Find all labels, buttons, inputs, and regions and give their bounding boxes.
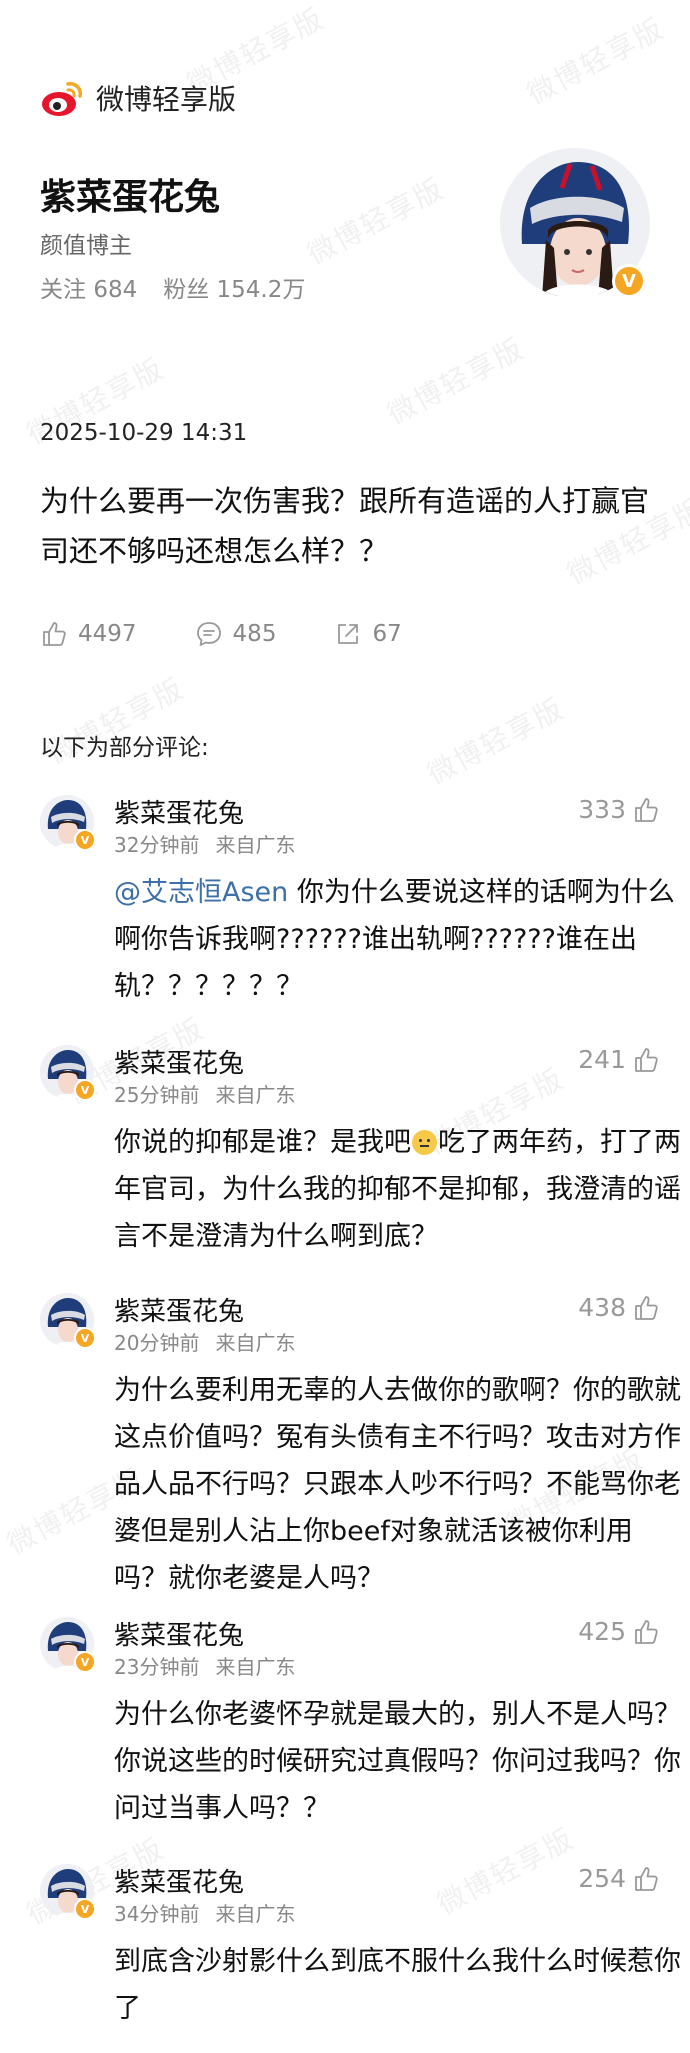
watermark-text: 微博轻享版: [381, 331, 530, 432]
comment-text: @艾志恒Asen 你为什么要说这样的话啊为什么啊你告诉我啊??????谁出轨啊?…: [114, 877, 675, 1002]
like-count: 4497: [78, 621, 137, 647]
post-text: 为什么要再一次伤害我？跟所有造谣的人打赢官司还不够吗还想怎么样？？: [40, 484, 650, 568]
mention-link[interactable]: @艾志恒Asen: [114, 877, 288, 908]
comment-like-count: 425: [578, 1617, 626, 1646]
comment-meta: 25分钟前 来自广东: [114, 1079, 295, 1108]
watermark-text: 微博轻享版: [301, 171, 450, 272]
profile-name[interactable]: 紫菜蛋花兔: [40, 168, 220, 220]
comment-location: 来自广东: [215, 1331, 296, 1355]
comment-meta: 34分钟前 来自广东: [114, 1898, 295, 1927]
app-name: 微博轻享版: [96, 83, 237, 116]
comment-like-count: 241: [578, 1045, 626, 1074]
comments-section-title: 以下为部分评论:: [40, 735, 209, 761]
verified-badge-icon: V: [74, 829, 96, 851]
comment-like-button[interactable]: 241: [578, 1045, 660, 1074]
post-timestamp: 2025-10-29 14:31: [40, 420, 248, 446]
smile-emoji-icon: [412, 1130, 437, 1155]
thumb-up-icon: [635, 1047, 658, 1072]
verified-badge-icon: V: [74, 1898, 96, 1920]
watermark-text: 微博轻享版: [421, 691, 570, 792]
thumb-up-icon: [635, 1619, 658, 1644]
comment-location: 来自广东: [215, 1902, 296, 1926]
comment-like-button[interactable]: 438: [578, 1293, 660, 1322]
comment-location: 来自广东: [215, 1083, 296, 1107]
verified-badge-icon: V: [612, 264, 646, 298]
comment-meta: 32分钟前 来自广东: [114, 829, 295, 858]
comment-like-count: 333: [578, 795, 626, 824]
commenter-name[interactable]: 紫菜蛋花兔: [114, 1291, 244, 1328]
comment-like-button[interactable]: 425: [578, 1617, 660, 1646]
profile-title: 颜值博主: [40, 233, 132, 259]
post-actions: 4497 485 67: [40, 620, 460, 648]
commenter-name[interactable]: 紫菜蛋花兔: [114, 793, 244, 830]
verified-badge-icon: V: [74, 1079, 96, 1101]
fans-stat[interactable]: 粉丝 154.2万: [163, 270, 305, 304]
comment-time: 23分钟前: [114, 1655, 200, 1679]
comment-icon: [196, 622, 221, 646]
comment-text: 为什么你老婆怀孕就是最大的，别人不是人吗？你说这些的时候研究过真假吗？你问过我吗…: [114, 1699, 681, 1824]
comment-time: 34分钟前: [114, 1902, 200, 1926]
commenter-name[interactable]: 紫菜蛋花兔: [114, 1862, 244, 1899]
watermark-text: 微博轻享版: [431, 1821, 580, 1922]
verified-badge-icon: V: [74, 1327, 96, 1349]
comment-meta: 20分钟前 来自广东: [114, 1327, 295, 1356]
like-button[interactable]: 4497: [40, 620, 137, 648]
thumb-up-icon: [635, 1866, 658, 1891]
repost-icon: [338, 624, 359, 644]
app-brand: 微博轻享版: [40, 78, 236, 118]
comment-text: 你说的抑郁是谁？是我吧 吃了两年药，打了两年官司，为什么我的抑郁不是抑郁，我澄清的…: [114, 1127, 681, 1252]
comment-location: 来自广东: [215, 1655, 296, 1679]
comment-meta: 23分钟前 来自广东: [114, 1651, 295, 1680]
comment-time: 20分钟前: [114, 1331, 200, 1355]
repost-button[interactable]: 67: [334, 620, 402, 648]
comment-text: 到底含沙射影什么到底不服什么我什么时候惹你了: [114, 1946, 681, 2024]
commenter-name[interactable]: 紫菜蛋花兔: [114, 1043, 244, 1080]
comment-text: 为什么要利用无辜的人去做你的歌啊？你的歌就这点价值吗？冤有头债有主不行吗？攻击对…: [114, 1375, 681, 1594]
comment-location: 来自广东: [215, 833, 296, 857]
thumb-up-icon: [635, 1295, 658, 1320]
comment-time: 25分钟前: [114, 1083, 200, 1107]
commenter-name[interactable]: 紫菜蛋花兔: [114, 1615, 244, 1652]
comment-button[interactable]: 485: [195, 620, 277, 648]
profile-stats: 关注 684 粉丝 154.2万: [40, 270, 305, 304]
comment-like-count: 254: [578, 1864, 626, 1893]
repost-count: 67: [372, 621, 402, 647]
comment-like-count: 438: [578, 1293, 626, 1322]
comment-count: 485: [232, 621, 277, 647]
thumb-up-icon: [43, 622, 66, 646]
follow-stat[interactable]: 关注 684: [40, 270, 137, 304]
comment-like-button[interactable]: 333: [578, 795, 660, 824]
thumb-up-icon: [635, 797, 658, 822]
watermark-text: 微博轻享版: [521, 11, 670, 112]
verified-badge-icon: V: [74, 1651, 96, 1673]
comment-like-button[interactable]: 254: [578, 1864, 660, 1893]
weibo-logo-icon: [42, 82, 82, 116]
comment-time: 32分钟前: [114, 833, 200, 857]
